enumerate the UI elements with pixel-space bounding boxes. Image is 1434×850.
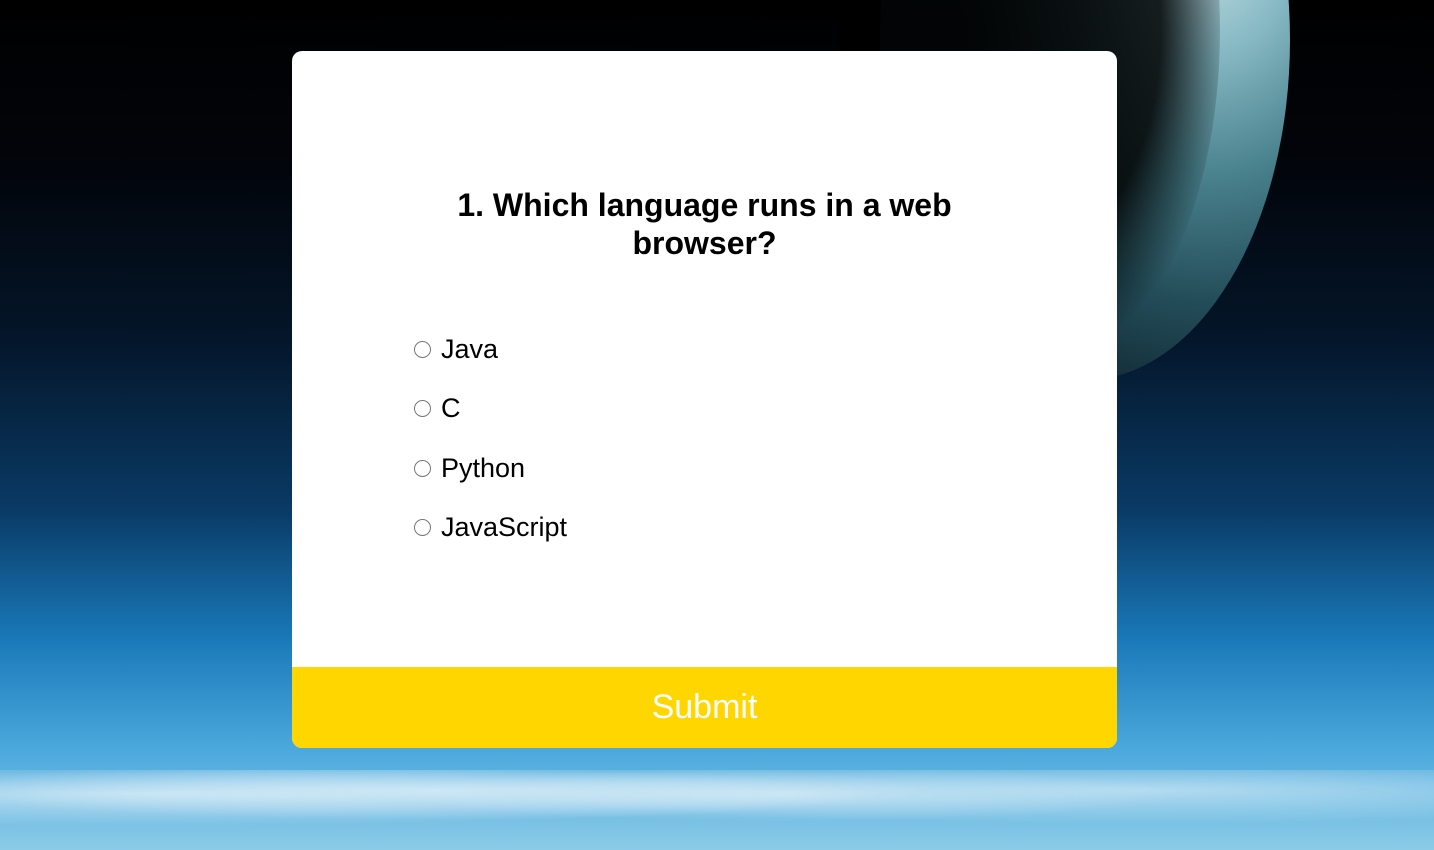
- answer-option-python[interactable]: Python: [414, 448, 567, 488]
- answer-option-c[interactable]: C: [414, 389, 567, 429]
- radio-button-c[interactable]: [414, 400, 431, 417]
- answer-list: Java C Python JavaScript: [414, 329, 567, 567]
- radio-button-javascript[interactable]: [414, 519, 431, 536]
- radio-button-java[interactable]: [414, 340, 431, 358]
- quiz-card: 1. Which language runs in a web browser?…: [292, 51, 1117, 748]
- answer-label-python[interactable]: Python: [441, 453, 525, 484]
- answer-option-java[interactable]: Java: [414, 329, 567, 369]
- answer-label-javascript[interactable]: JavaScript: [441, 512, 567, 543]
- answer-label-c[interactable]: C: [441, 393, 461, 424]
- answer-label-java[interactable]: Java: [441, 334, 498, 365]
- submit-button[interactable]: Submit: [292, 667, 1117, 748]
- clouds-layer: [0, 770, 1434, 850]
- answer-option-javascript[interactable]: JavaScript: [414, 508, 567, 548]
- question-text: 1. Which language runs in a web browser?: [457, 187, 952, 261]
- radio-button-python[interactable]: [414, 459, 431, 477]
